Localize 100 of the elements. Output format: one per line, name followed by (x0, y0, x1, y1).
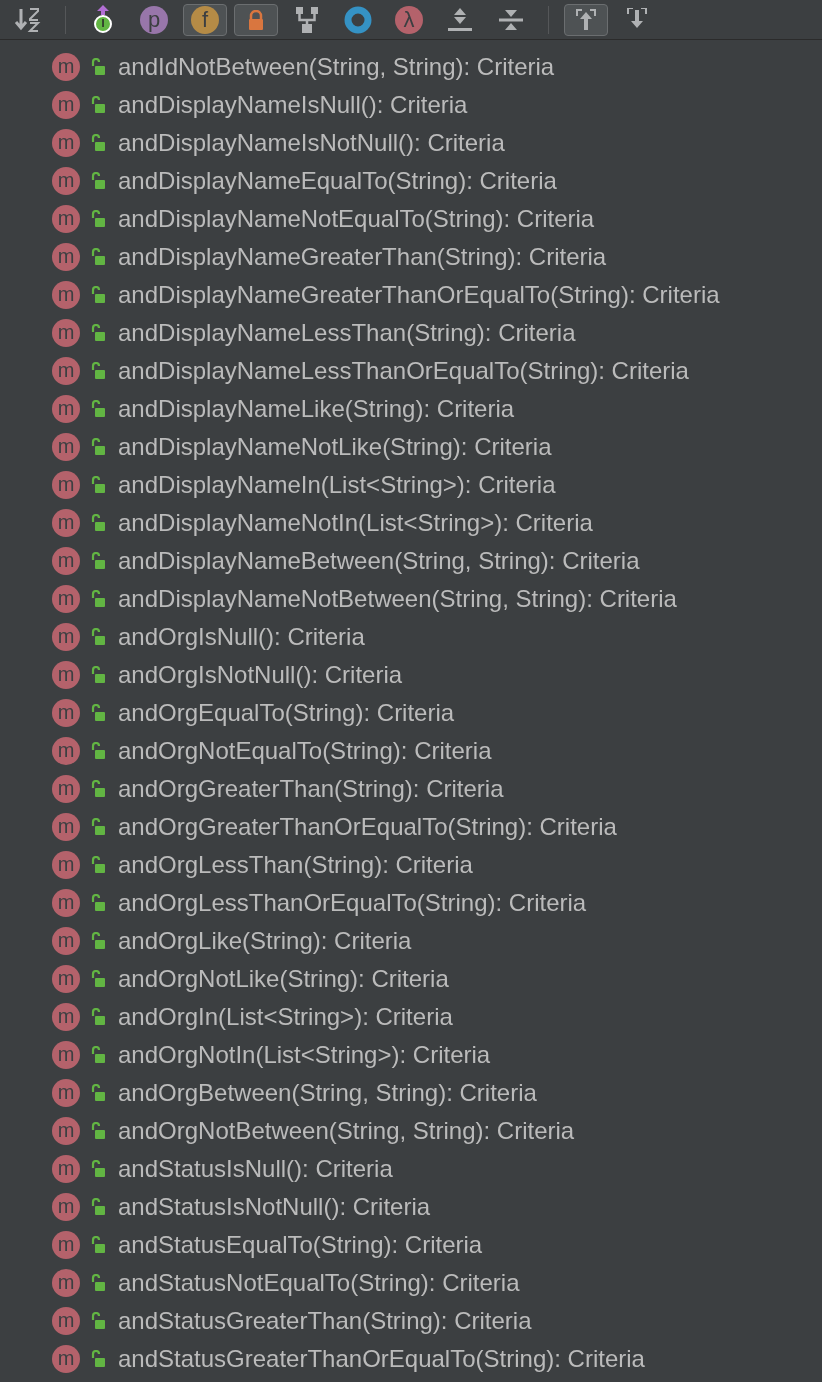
method-icon: m (52, 661, 80, 689)
toolbar-button[interactable]: I (81, 3, 125, 36)
tree-item[interactable]: m andOrgIsNotNull(): Criteria (0, 656, 822, 694)
method-signature: andOrgEqualTo(String): Criteria (118, 698, 455, 728)
tree-item[interactable]: m andOrgNotBetween(String, String): Criteria (0, 1112, 822, 1150)
unlocked-icon (90, 1122, 106, 1140)
tree-item[interactable]: m andStatusGreaterThan(String): Criteria (0, 1302, 822, 1340)
method-icon: m (52, 1003, 80, 1031)
unlocked-icon (90, 1046, 106, 1064)
tree-item[interactable]: m andDisplayNameIsNotNull(): Criteria (0, 124, 822, 162)
tree-item[interactable]: m andStatusNotEqualTo(String): Criteria (0, 1264, 822, 1302)
method-signature: andDisplayNameGreaterThanOrEqualTo(String): Criteria (118, 280, 720, 310)
tree-item[interactable]: m andOrgIn(List<String>): Criteria (0, 998, 822, 1036)
expand-all-icon (447, 7, 473, 32)
method-signature: andOrgNotLike(String): Criteria (118, 964, 449, 994)
unlocked-icon (90, 970, 106, 988)
tree-item[interactable]: m andDisplayNameGreaterThanOrEqualTo(String): Criteria (0, 276, 822, 314)
method-icon: m (52, 1155, 80, 1183)
tree-item[interactable]: m andOrgNotEqualTo(String): Criteria (0, 732, 822, 770)
lock-icon (247, 9, 265, 30)
unlocked-icon (90, 286, 106, 304)
letter-icon: λ (395, 5, 423, 34)
method-signature: andDisplayNameIsNotNull(): Criteria (118, 128, 505, 158)
tree-item[interactable]: m andDisplayNameLessThan(String): Criteria (0, 314, 822, 352)
method-icon: m (52, 509, 80, 537)
method-signature: andDisplayNameIn(List<String>): Criteria (118, 470, 556, 500)
tree-item[interactable]: m andDisplayNameNotEqualTo(String): Criteria (0, 200, 822, 238)
collapse-all-icon (498, 7, 524, 32)
hierarchy-icon (296, 6, 318, 33)
method-icon: m (52, 243, 80, 271)
tree-item[interactable]: m andDisplayNameLessThanOrEqualTo(String): Criteria (0, 352, 822, 390)
method-icon: m (52, 53, 80, 81)
unlocked-icon (90, 704, 106, 722)
method-signature: andDisplayNameLessThanOrEqualTo(String): Criteria (118, 356, 689, 386)
toolbar-button[interactable] (564, 3, 608, 36)
method-signature: andStatusGreaterThanOrEqualTo(String): Criteria (118, 1344, 645, 1374)
method-signature: andOrgLessThan(String): Criteria (118, 850, 473, 880)
method-icon: m (52, 547, 80, 575)
method-icon: m (52, 585, 80, 613)
tree-item[interactable]: m andStatusIsNull(): Criteria (0, 1150, 822, 1188)
unlocked-icon (90, 1274, 106, 1292)
unlocked-icon (90, 58, 106, 76)
method-icon: m (52, 357, 80, 385)
method-icon: m (52, 623, 80, 651)
tree-item[interactable]: m andOrgNotLike(String): Criteria (0, 960, 822, 998)
tree-item[interactable]: m andDisplayNameGreaterThan(String): Criteria (0, 238, 822, 276)
method-icon: m (52, 737, 80, 765)
tree-item[interactable]: m andOrgLessThanOrEqualTo(String): Criteria (0, 884, 822, 922)
tree-item[interactable]: m andDisplayNameNotBetween(String, String): Criteria (0, 580, 822, 618)
sort-alphabetically-icon (14, 6, 42, 33)
method-signature: andDisplayNameLessThan(String): Criteria (118, 318, 576, 348)
tree-item[interactable]: m andOrgGreaterThanOrEqualTo(String): Criteria (0, 808, 822, 846)
tree-item[interactable]: m andDisplayNameIsNull(): Criteria (0, 86, 822, 124)
tree-item[interactable]: m andOrgEqualTo(String): Criteria (0, 694, 822, 732)
tree-item[interactable]: m andOrgLessThan(String): Criteria (0, 846, 822, 884)
method-icon: m (52, 1345, 80, 1373)
tree-item[interactable]: m andStatusGreaterThanOrEqualTo(String): Criteria (0, 1340, 822, 1378)
method-signature: andOrgGreaterThan(String): Criteria (118, 774, 504, 804)
tree-item[interactable]: m andDisplayNameNotIn(List<String>): Criteria (0, 504, 822, 542)
method-signature: andDisplayNameNotLike(String): Criteria (118, 432, 552, 462)
tree-item[interactable]: m andDisplayNameEqualTo(String): Criteria (0, 162, 822, 200)
unlocked-icon (90, 1236, 106, 1254)
tree-item[interactable]: m andStatusIsNotNull(): Criteria (0, 1188, 822, 1226)
toolbar-button[interactable]: p (132, 3, 176, 36)
method-icon: m (52, 129, 80, 157)
method-icon: m (52, 1079, 80, 1107)
method-icon: m (52, 699, 80, 727)
unlocked-icon (90, 666, 106, 684)
tree-item[interactable]: m andDisplayNameBetween(String, String): Criteria (0, 542, 822, 580)
method-icon: m (52, 1117, 80, 1145)
tree-item[interactable]: m andOrgIsNull(): Criteria (0, 618, 822, 656)
tree-item[interactable]: m andOrgGreaterThan(String): Criteria (0, 770, 822, 808)
toolbar-button[interactable]: f (183, 3, 227, 36)
tree-item[interactable]: m andOrgNotIn(List<String>): Criteria (0, 1036, 822, 1074)
tree-item[interactable]: m andIdNotBetween(String, String): Criteria (0, 48, 822, 86)
method-icon: m (52, 281, 80, 309)
tree-item[interactable]: m andOrgLike(String): Criteria (0, 922, 822, 960)
unlocked-icon (90, 818, 106, 836)
method-signature: andOrgIsNotNull(): Criteria (118, 660, 403, 690)
unlocked-icon (90, 932, 106, 950)
unlocked-icon (90, 780, 106, 798)
unlocked-icon (90, 514, 106, 532)
tree-item[interactable]: m andOrgBetween(String, String): Criteria (0, 1074, 822, 1112)
method-icon: m (52, 1193, 80, 1221)
tree-item[interactable]: m andDisplayNameNotLike(String): Criteria (0, 428, 822, 466)
method-icon: m (52, 433, 80, 461)
tree-item[interactable]: m andStatusEqualTo(String): Criteria (0, 1226, 822, 1264)
tree-item[interactable]: m andDisplayNameLike(String): Criteria (0, 390, 822, 428)
method-signature: andDisplayNameNotEqualTo(String): Criteria (118, 204, 595, 234)
unlocked-icon (90, 1160, 106, 1178)
method-icon: m (52, 813, 80, 841)
toolbar-button[interactable] (234, 3, 278, 36)
autoscroll-from-source-icon (574, 7, 598, 32)
method-icon: m (52, 1307, 80, 1335)
method-signature: andOrgLessThanOrEqualTo(String): Criteria (118, 888, 587, 918)
unlocked-icon (90, 742, 106, 760)
method-icon: m (52, 1041, 80, 1069)
method-icon: m (52, 1269, 80, 1297)
tree-item[interactable]: m andDisplayNameIn(List<String>): Criteria (0, 466, 822, 504)
unlocked-icon (90, 438, 106, 456)
